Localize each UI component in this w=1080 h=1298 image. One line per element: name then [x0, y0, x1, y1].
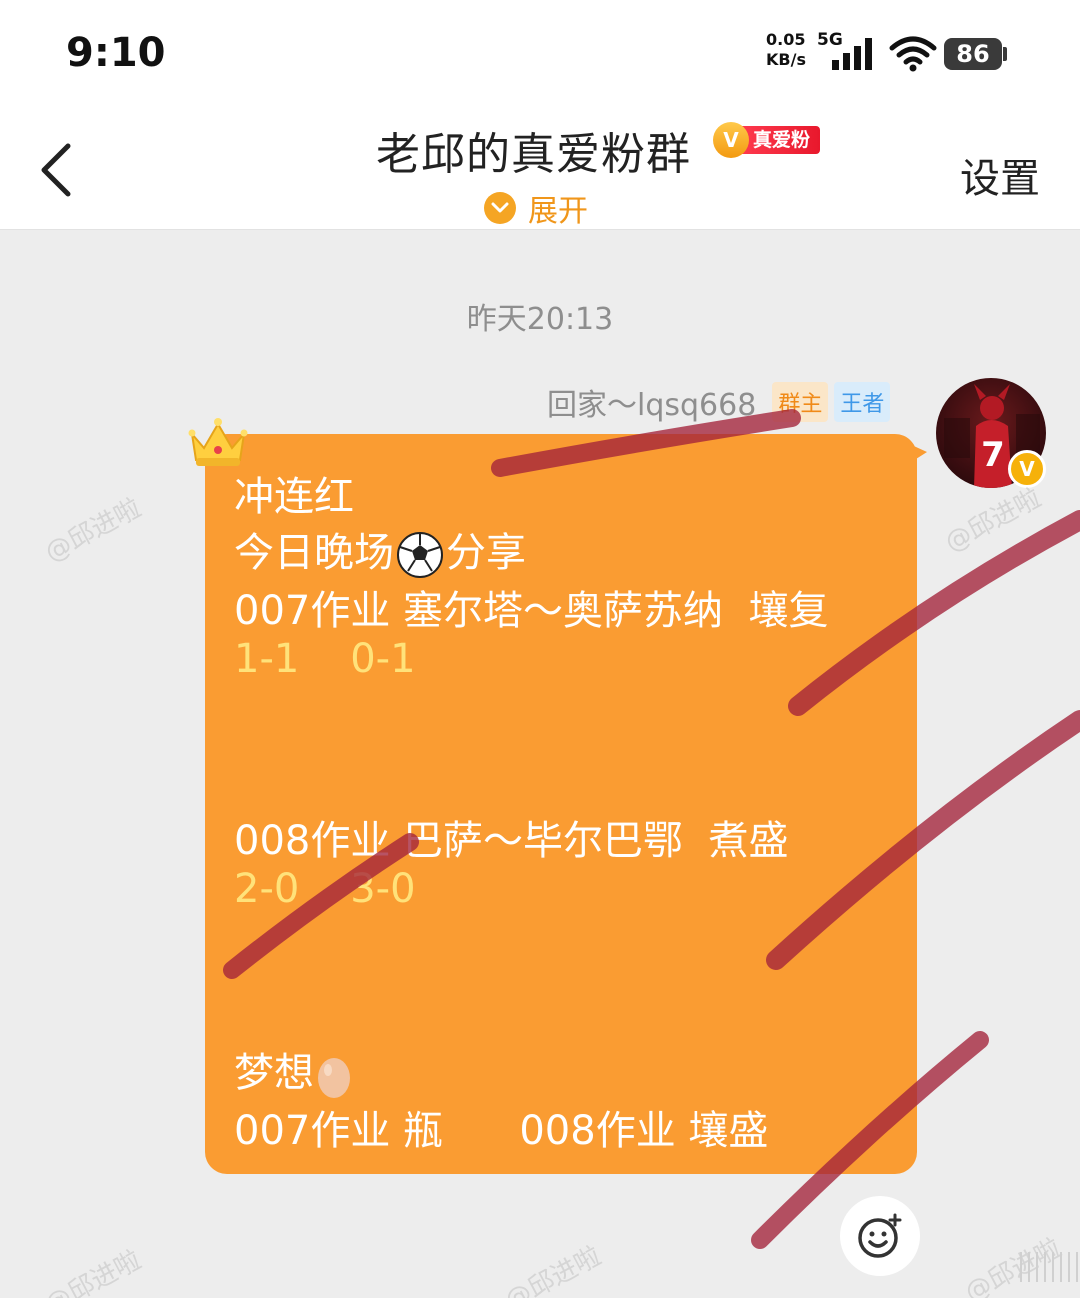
fan-badge-text: 真爱粉: [737, 126, 821, 154]
net-speed: 0.05 KB/s: [766, 30, 816, 70]
crown-icon: [188, 418, 248, 466]
expand-button[interactable]: 展开: [484, 186, 588, 230]
message-line: 007作业 塞尔塔～奥萨苏纳 壤复: [234, 588, 829, 634]
role-level-badge: 王者: [834, 382, 891, 422]
back-button[interactable]: [32, 140, 82, 200]
sender-row: 回家～lqsq668 群主 王者: [547, 380, 891, 424]
message-line-text: 梦想: [234, 1050, 314, 1096]
message-line: 梦想: [234, 1040, 354, 1100]
message-line-text: 分享: [446, 530, 526, 576]
reaction-button[interactable]: [840, 1196, 920, 1276]
settings-button[interactable]: 设置: [960, 146, 1040, 204]
status-time: 9:10: [66, 30, 166, 76]
role-owner-badge: 群主: [772, 382, 829, 422]
sender-name[interactable]: 回家～lqsq668: [547, 380, 756, 424]
message-line: 冲连红: [234, 474, 354, 520]
net-speed-unit: KB/s: [766, 50, 806, 69]
svg-text:7: 7: [981, 435, 1005, 475]
battery-indicator: 86: [944, 38, 1002, 70]
wifi-icon: [889, 36, 937, 72]
message-line-text: 今日晚场: [234, 530, 394, 576]
message-line: 今日晚场 分享: [234, 520, 526, 581]
soccer-ball-icon: [397, 532, 443, 578]
bubble-tail: [905, 442, 927, 466]
watermark: @邱进啦: [40, 1245, 147, 1298]
chevron-down-icon: [484, 192, 516, 224]
watermark: @邱进啦: [500, 1241, 607, 1298]
message-line: 008作业 巴萨～毕尔巴鄂 煮盛: [234, 818, 789, 864]
watermark: @邱进啦: [940, 483, 1047, 559]
score-line: 1-1 0-1: [234, 636, 416, 682]
chevron-left-icon: [41, 143, 71, 197]
group-title[interactable]: 老邱的真爱粉群: [376, 118, 691, 182]
battery-tip: [1003, 47, 1007, 61]
expand-label: 展开: [528, 194, 588, 229]
net-speed-value: 0.05: [766, 30, 806, 49]
message-timestamp: 昨天20:13: [466, 302, 614, 337]
egg-icon: [318, 1058, 350, 1098]
signal-icon: [832, 38, 872, 70]
watermark: @邱进啦: [40, 493, 147, 569]
emoji-add-icon: [858, 1213, 902, 1258]
score-line: 2-0 3-0: [234, 866, 416, 912]
message-line: 007作业 瓶 008作业 壤盛: [234, 1108, 769, 1154]
fan-badge-letter: V: [713, 122, 749, 158]
home-indicator: [1020, 1252, 1080, 1282]
fan-badge[interactable]: V 真爱粉: [713, 122, 821, 158]
